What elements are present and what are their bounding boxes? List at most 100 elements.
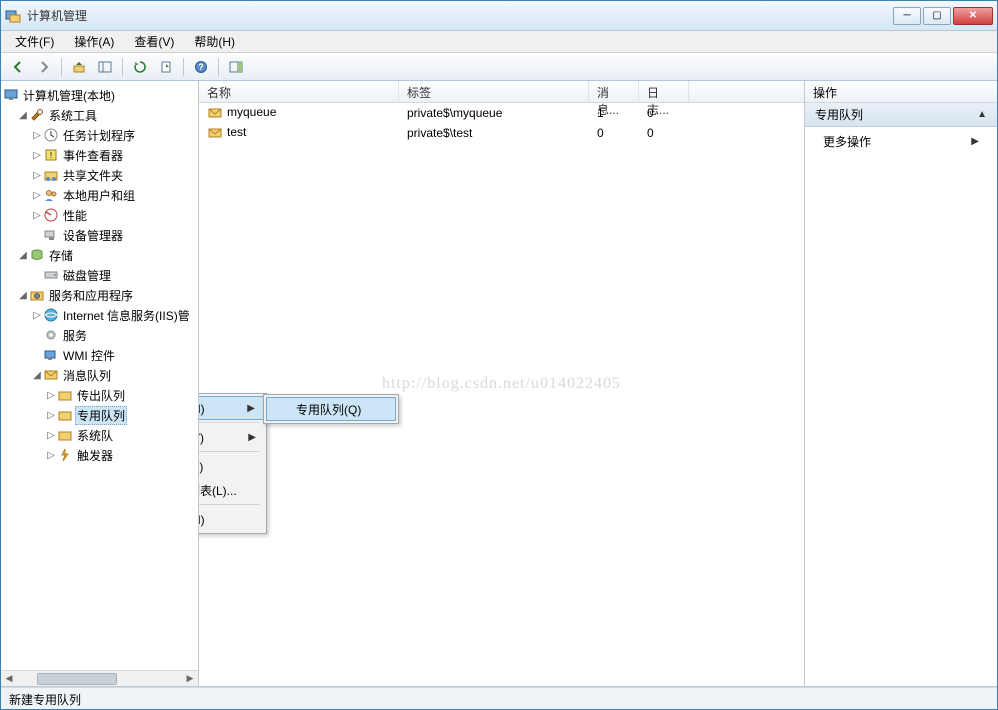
expand-icon[interactable]: ▷ [31,150,43,161]
menu-help[interactable]: 帮助(H) [186,31,243,52]
tree-event-viewer[interactable]: ▷!事件查看器 [3,145,196,165]
help-button[interactable]: ? [190,56,212,78]
cell-messages: 1 [589,104,639,122]
menu-view[interactable]: 查看(V) [126,31,182,52]
cell-log: 0 [639,104,689,122]
expand-icon[interactable]: ▷ [45,410,57,421]
column-tag[interactable]: 标签 [399,81,589,102]
toolbar-separator [218,58,219,76]
folder-icon [57,407,73,423]
wmi-icon [43,347,59,363]
tree-services[interactable]: 服务 [3,325,196,345]
ctx-export-list[interactable]: 导出列表(L)... [199,478,264,502]
tree-shared-folders[interactable]: ▷共享文件夹 [3,165,196,185]
tree-outgoing-queues[interactable]: ▷传出队列 [3,385,196,405]
ctx-new[interactable]: 新建(N)▶ 专用队列(Q) [199,396,264,420]
list-header: 名称 标签 消息... 日志... [199,81,804,103]
tree-system-tools[interactable]: ◢系统工具 [3,105,196,125]
actions-pane: 操作 专用队列▲ 更多操作▶ [805,81,997,686]
tree-iis[interactable]: ▷Internet 信息服务(IIS)管 [3,305,196,325]
device-icon [43,227,59,243]
collapse-icon[interactable]: ◢ [31,370,43,381]
tree: 计算机管理(本地) ◢系统工具 ▷任务计划程序 ▷!事件查看器 ▷共享文件夹 ▷… [1,81,198,469]
tree-wmi[interactable]: WMI 控件 [3,345,196,365]
expand-icon[interactable]: ▷ [31,130,43,141]
tree-root[interactable]: 计算机管理(本地) [3,85,196,105]
tree-disk-management[interactable]: 磁盘管理 [3,265,196,285]
expand-icon[interactable]: ▷ [45,390,57,401]
services-apps-icon [29,287,45,303]
menu-action[interactable]: 操作(A) [66,31,122,52]
svg-text:!: ! [50,151,52,160]
tree-msmq[interactable]: ◢消息队列 [3,365,196,385]
ctx-new-private-queue[interactable]: 专用队列(Q) [266,397,396,421]
tree-system-queues[interactable]: ▷系统队 [3,425,196,445]
actions-header: 操作 [805,81,997,103]
show-hide-tree-button[interactable] [94,56,116,78]
ctx-refresh[interactable]: 刷新(F) [199,454,264,478]
collapse-icon[interactable]: ◢ [17,250,29,261]
disk-icon [43,267,59,283]
msmq-icon [43,367,59,383]
iis-icon [43,307,59,323]
chevron-right-icon: ▶ [248,432,256,443]
collapse-icon[interactable]: ◢ [17,290,29,301]
refresh-button[interactable] [129,56,151,78]
expand-icon[interactable]: ▷ [31,210,43,221]
chevron-up-icon[interactable]: ▲ [977,109,987,120]
trigger-icon [57,447,73,463]
chevron-right-icon: ▶ [971,136,979,147]
back-button[interactable] [7,56,29,78]
up-button[interactable] [68,56,90,78]
ctx-separator [199,504,260,505]
window-buttons: ─ ▢ ✕ [893,7,993,25]
window-title: 计算机管理 [27,7,893,24]
close-button[interactable]: ✕ [953,7,993,25]
ctx-view[interactable]: 查看(V)▶ [199,425,264,449]
context-submenu: 专用队列(Q) [263,394,399,424]
expand-icon[interactable]: ▷ [31,170,43,181]
action-pane-button[interactable] [225,56,247,78]
collapse-icon[interactable]: ◢ [17,110,29,121]
performance-icon [43,207,59,223]
users-icon [43,187,59,203]
tree-device-manager[interactable]: 设备管理器 [3,225,196,245]
list-row[interactable]: myqueue private$\myqueue 1 0 [199,103,804,123]
export-button[interactable] [155,56,177,78]
storage-icon [29,247,45,263]
shared-folder-icon [43,167,59,183]
forward-button[interactable] [33,56,55,78]
column-log[interactable]: 日志... [639,81,689,102]
tree-performance[interactable]: ▷性能 [3,205,196,225]
queue-icon [207,125,223,141]
status-text: 新建专用队列 [9,693,81,707]
gear-icon [43,327,59,343]
tree-task-scheduler[interactable]: ▷任务计划程序 [3,125,196,145]
expand-icon[interactable]: ▷ [31,190,43,201]
tree-scrollbar[interactable]: ◀▶ [1,670,198,686]
tree-private-queues[interactable]: ▷专用队列 [3,405,196,425]
column-name[interactable]: 名称 [199,81,399,102]
minimize-button[interactable]: ─ [893,7,921,25]
tree-local-users[interactable]: ▷本地用户和组 [3,185,196,205]
list-row[interactable]: test private$\test 0 0 [199,123,804,143]
ctx-separator [199,422,260,423]
tree-triggers[interactable]: ▷触发器 [3,445,196,465]
expand-icon[interactable]: ▷ [31,310,43,321]
ctx-help[interactable]: 帮助(H) [199,507,264,531]
menu-file[interactable]: 文件(F) [7,31,62,52]
actions-section: 专用队列▲ [805,103,997,127]
maximize-button[interactable]: ▢ [923,7,951,25]
tree-storage[interactable]: ◢存储 [3,245,196,265]
event-icon: ! [43,147,59,163]
expand-icon[interactable]: ▷ [45,450,57,461]
computer-icon [3,87,19,103]
statusbar: 新建专用队列 [1,687,997,709]
cell-name: myqueue [227,105,276,119]
expand-icon[interactable]: ▷ [45,430,57,441]
toolbar-separator [183,58,184,76]
actions-more[interactable]: 更多操作▶ [805,127,997,156]
folder-icon [57,387,73,403]
tree-services-apps[interactable]: ◢服务和应用程序 [3,285,196,305]
column-messages[interactable]: 消息... [589,81,639,102]
